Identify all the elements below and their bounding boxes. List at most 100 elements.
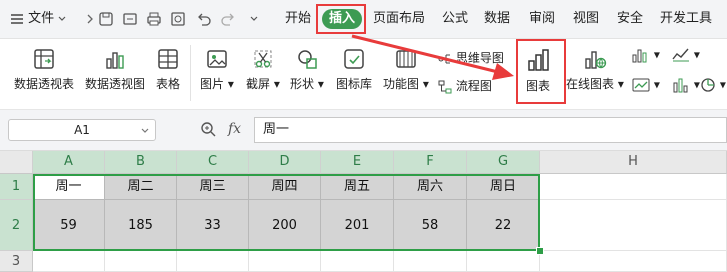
picture-icon [207, 50, 227, 68]
tab-review[interactable]: 审阅 [529, 0, 555, 38]
column-header-a[interactable]: A [33, 151, 105, 174]
function-chart-icon [396, 50, 416, 68]
screenshot-button[interactable]: 截屏 ▾ [246, 47, 280, 92]
shapes-button[interactable]: 形状 ▾ [290, 47, 324, 92]
column-header-b[interactable]: B [105, 151, 177, 174]
tab-view[interactable]: 视图 [573, 0, 599, 38]
chart-button-highlight [516, 39, 566, 104]
tab-developer[interactable]: 开发工具 [660, 0, 712, 38]
redo-icon[interactable] [220, 0, 236, 38]
spreadsheet-grid: A B C D E F G H 1 2 3 周一 周二 周三 周四 周五 周六 … [0, 151, 727, 272]
cell-f1[interactable]: 周六 [394, 174, 467, 200]
cell-h1[interactable] [540, 174, 727, 200]
formula-bar: A1 fx 周一 [0, 110, 727, 151]
mind-map-label: 思维导图 [455, 51, 504, 65]
more-icon[interactable] [250, 0, 258, 38]
export-icon[interactable] [122, 0, 138, 38]
shapes-label: 形状 ▾ [290, 77, 324, 91]
column-header-e[interactable]: E [321, 151, 394, 174]
expand-icon[interactable] [86, 0, 96, 38]
pie-chart-dropdown[interactable]: ▾ [700, 77, 726, 93]
pie-chart-icon [701, 78, 715, 92]
cell-h3[interactable] [540, 251, 727, 272]
row-header-2[interactable]: 2 [0, 200, 33, 251]
cell-e3[interactable] [321, 251, 394, 272]
scissors-icon [254, 50, 272, 68]
column-chart-dropdown[interactable]: ▾ [632, 47, 660, 63]
pivot-chart-label: 数据透视图 [85, 77, 146, 91]
chevron-down-icon [141, 128, 149, 133]
fx-button[interactable]: fx [228, 121, 241, 137]
line-chart-dropdown[interactable]: ▾ [672, 47, 700, 63]
online-chart-button[interactable]: 在线图表 ▾ [566, 47, 624, 92]
area-chart-icon [632, 78, 650, 92]
cell-d2[interactable]: 200 [249, 200, 321, 251]
formula-input[interactable]: 周一 [254, 117, 727, 143]
picture-button[interactable]: 图片 ▾ [200, 47, 234, 92]
cell-g3[interactable] [467, 251, 540, 272]
tab-home[interactable]: 开始 [285, 0, 311, 38]
column-header-h[interactable]: H [540, 151, 727, 174]
cell-c2[interactable]: 33 [177, 200, 249, 251]
fill-handle[interactable] [536, 247, 544, 255]
select-all-corner[interactable] [0, 151, 33, 174]
cell-b1[interactable]: 周二 [105, 174, 177, 200]
cell-a1[interactable]: 周一 [33, 174, 105, 200]
column-chart-icon [632, 49, 647, 63]
pivot-table-icon [34, 49, 54, 69]
cell-d3[interactable] [249, 251, 321, 272]
cell-d1[interactable]: 周四 [249, 174, 321, 200]
shapes-icon [298, 50, 317, 69]
zoom-icon[interactable] [200, 121, 216, 140]
mind-map-icon [438, 54, 450, 63]
table-icon [158, 49, 178, 69]
cell-f3[interactable] [394, 251, 467, 272]
undo-icon[interactable] [196, 0, 212, 38]
insert-ribbon: 数据透视表 数据透视图 表格 图片 ▾ 截屏 ▾ 形状 ▾ 图标库 功能图 ▾ … [0, 39, 727, 110]
icon-library-icon [344, 49, 364, 69]
tab-formulas[interactable]: 公式 [442, 0, 468, 38]
print-icon[interactable] [146, 0, 162, 38]
stat-chart-dropdown[interactable]: ▾ [672, 77, 700, 93]
cell-b2[interactable]: 185 [105, 200, 177, 251]
cell-g2[interactable]: 22 [467, 200, 540, 251]
cell-f2[interactable]: 58 [394, 200, 467, 251]
function-chart-button[interactable]: 功能图 ▾ [383, 47, 429, 92]
flowchart-button[interactable]: 流程图 [438, 77, 492, 94]
line-chart-icon [672, 48, 689, 62]
insert-tab-highlight [316, 4, 366, 34]
pivot-chart-button[interactable]: 数据透视图 [85, 47, 145, 92]
column-header-g[interactable]: G [467, 151, 540, 174]
mind-map-button[interactable]: 思维导图 [438, 49, 504, 66]
row-header-3[interactable]: 3 [0, 251, 33, 272]
cell-e2[interactable]: 201 [321, 200, 394, 251]
column-header-f[interactable]: F [394, 151, 467, 174]
cell-a3[interactable] [33, 251, 105, 272]
file-menu[interactable]: 文件 [10, 0, 66, 38]
cell-a2[interactable]: 59 [33, 200, 105, 251]
print-preview-icon[interactable] [170, 0, 186, 38]
tab-data[interactable]: 数据 [484, 0, 510, 38]
table-button[interactable]: 表格 [156, 47, 180, 92]
cell-e1[interactable]: 周五 [321, 174, 394, 200]
column-header-c[interactable]: C [177, 151, 249, 174]
cell-c3[interactable] [177, 251, 249, 272]
save-icon[interactable] [98, 0, 114, 38]
tab-security[interactable]: 安全 [617, 0, 643, 38]
cell-b3[interactable] [105, 251, 177, 272]
tab-page-layout[interactable]: 页面布局 [373, 0, 425, 38]
cell-c1[interactable]: 周三 [177, 174, 249, 200]
pivot-table-button[interactable]: 数据透视表 [14, 47, 74, 92]
name-box[interactable]: A1 [8, 119, 156, 141]
column-header-d[interactable]: D [249, 151, 321, 174]
pivot-table-label: 数据透视表 [14, 77, 75, 91]
table-label: 表格 [156, 77, 181, 91]
picture-label: 图片 ▾ [200, 77, 234, 91]
row-header-1[interactable]: 1 [0, 174, 33, 200]
pivot-chart-icon [106, 52, 124, 69]
icon-library-button[interactable]: 图标库 [336, 47, 372, 92]
cell-h2[interactable] [540, 200, 727, 251]
cell-g1[interactable]: 周日 [467, 174, 540, 200]
area-chart-dropdown[interactable]: ▾ [632, 77, 660, 93]
file-menu-label: 文件 [28, 11, 55, 26]
